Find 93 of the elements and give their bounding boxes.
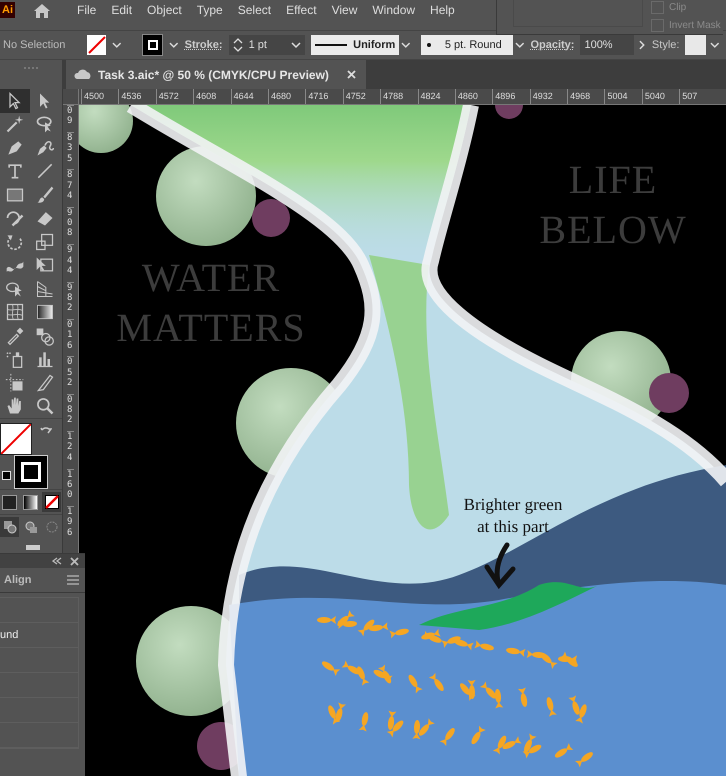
ruler-label: 196 [67, 506, 74, 544]
style-label: Style: [652, 39, 680, 51]
chevron-icon[interactable] [291, 41, 302, 49]
ruler-label: 4860 [454, 89, 492, 104]
ruler-label: 982 [67, 282, 74, 319]
selection-status: No Selection [3, 39, 66, 51]
color-mode-button[interactable] [0, 492, 19, 512]
ruler-label: 4716 [305, 89, 343, 104]
menu-item[interactable]: View [332, 3, 358, 17]
chevron-icon[interactable] [710, 41, 720, 49]
ruler-label: 160 [67, 468, 74, 506]
menu-item[interactable]: Help [430, 3, 455, 17]
chevron-icon[interactable] [112, 41, 122, 49]
ruler-label: 016 [67, 318, 74, 356]
annotation-text: Brighter green at this part [464, 495, 562, 536]
ruler-label: 507 [679, 89, 717, 104]
opacity-label[interactable]: Opacity: [530, 39, 574, 51]
ruler-label: 908 [67, 206, 74, 244]
mesh-icon[interactable] [5, 302, 25, 322]
chevron-icon[interactable] [401, 41, 411, 49]
stroke-label[interactable]: Stroke: [184, 39, 223, 51]
scale-icon[interactable] [35, 232, 55, 252]
ruler-label: 5004 [604, 89, 642, 104]
menu-item[interactable]: Object [147, 3, 182, 17]
ruler-label: 944 [67, 244, 74, 282]
ruler-label: 4608 [193, 89, 231, 104]
menu-item[interactable]: File [77, 3, 96, 17]
menu-item[interactable]: Select [238, 3, 272, 17]
close-icon[interactable] [70, 556, 79, 566]
ruler-label: 4644 [230, 89, 268, 104]
ruler-label: 874 [67, 169, 74, 207]
bubble-drawing [79, 105, 133, 153]
stepper-icon[interactable] [232, 36, 243, 54]
brush-dropdown[interactable]: 5 pt. Round [420, 35, 513, 55]
menu-icon[interactable] [67, 575, 79, 585]
gradient-mode-button[interactable] [21, 492, 40, 512]
fill-swatch[interactable] [87, 35, 106, 55]
draw-behind-icon[interactable] [24, 520, 38, 534]
ruler-label: 4968 [567, 89, 604, 104]
chevron-icon[interactable] [514, 41, 524, 49]
ruler-label: 124 [67, 431, 74, 469]
none-mode-button[interactable] [42, 492, 61, 512]
ruler-label: 082 [67, 394, 74, 432]
ruler-label: 4500 [81, 89, 118, 104]
knife-icon[interactable] [35, 372, 55, 393]
artboard-icon[interactable] [5, 372, 25, 393]
ruler-label: 835 [67, 132, 74, 170]
ruler-label: 4896 [492, 89, 530, 104]
close-icon[interactable] [346, 70, 356, 79]
hand-drawn-arrow [484, 542, 516, 588]
artwork-heading: WATER MATTERS [116, 255, 306, 350]
blend-icon[interactable] [35, 326, 55, 346]
opacity-field[interactable]: 100% [580, 35, 634, 55]
chevron-icon[interactable] [169, 41, 179, 49]
menu-item[interactable]: Window [372, 3, 416, 17]
artwork-heading: LIFE BELOW [539, 157, 687, 252]
ruler-label: 052 [67, 356, 74, 394]
menu-item[interactable]: Edit [111, 3, 132, 17]
panel-row-text: und [0, 629, 18, 641]
perspective-grid-icon[interactable] [35, 278, 55, 299]
ruler-label: 4536 [118, 89, 156, 104]
chevron-right-icon[interactable] [638, 40, 646, 50]
paintbrush-icon[interactable] [35, 184, 55, 205]
ruler-label: 4680 [268, 89, 306, 104]
home-icon[interactable] [33, 3, 51, 19]
stroke-swatch[interactable] [142, 34, 164, 56]
ruler-label: 4788 [380, 89, 418, 104]
ruler-label: 4572 [156, 89, 194, 104]
stroke-swatch[interactable] [14, 455, 48, 489]
document-tab[interactable]: Task 3.aic* @ 50 % (CMYK/CPU Preview) [66, 60, 366, 89]
fill-swatch[interactable] [0, 423, 32, 455]
default-colors-icon[interactable] [2, 471, 11, 480]
bubble-drawing [495, 105, 523, 119]
draw-normal-icon[interactable] [2, 520, 16, 534]
stroke-profile-dropdown[interactable]: Uniform [311, 35, 400, 55]
eyedropper-icon[interactable] [5, 326, 25, 346]
menu-item[interactable]: Effect [286, 3, 317, 17]
panel-tab[interactable]: Align [4, 574, 32, 586]
ruler-label: 4824 [418, 89, 455, 104]
collapse-icon[interactable] [52, 557, 62, 565]
zoom-icon[interactable] [35, 396, 55, 416]
ruler-label: 09 [67, 105, 74, 132]
cloud-icon [74, 69, 92, 80]
magic-wand-icon[interactable] [5, 114, 25, 134]
tool-button[interactable] [0, 89, 30, 112]
menu-item[interactable]: Type [196, 3, 223, 17]
app-logo: Ai [0, 2, 15, 18]
style-swatch[interactable] [685, 35, 706, 55]
draw-mode-button[interactable] [0, 517, 19, 537]
stroke-weight-field[interactable]: 1 pt [228, 35, 306, 55]
ruler-label: 4932 [530, 89, 568, 104]
ruler-label: 4752 [342, 89, 380, 104]
ruler-label: 5040 [642, 89, 680, 104]
